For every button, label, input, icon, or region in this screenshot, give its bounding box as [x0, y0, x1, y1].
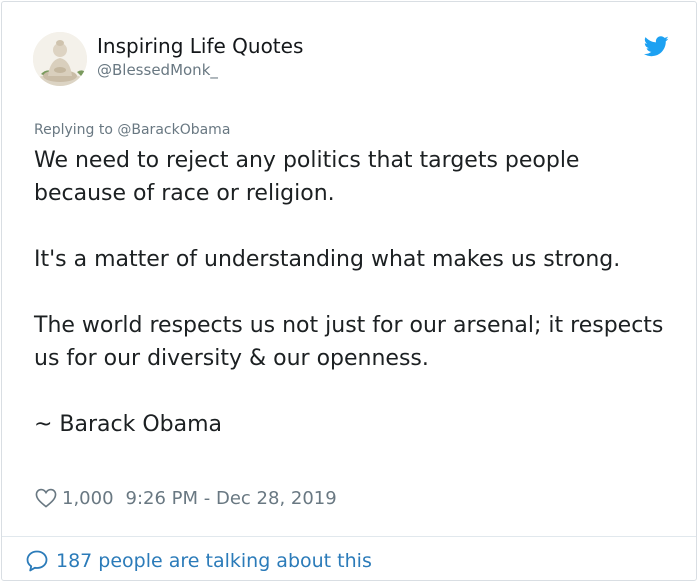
author-display-name[interactable]: Inspiring Life Quotes — [97, 34, 303, 58]
divider — [2, 536, 696, 537]
tweet-paragraph: The world respects us not just for our a… — [34, 313, 664, 371]
tweet-spacer — [34, 375, 674, 408]
tweet-meta: 1,000 9:26 PM - Dec 28, 2019 — [35, 485, 337, 511]
author-handle[interactable]: @BlessedMonk_ — [97, 61, 218, 79]
tweet-spacer — [34, 210, 674, 243]
tweet-text: We need to reject any politics that targ… — [34, 144, 674, 441]
tweet-paragraph: ~ Barack Obama — [34, 412, 223, 437]
twitter-bird-icon[interactable] — [644, 36, 669, 57]
buddha-statue-avatar-icon — [33, 32, 87, 86]
tweet-spacer — [34, 276, 674, 309]
reply-context: Replying to @BarackObama — [34, 122, 231, 138]
tweet-card: Inspiring Life Quotes @BlessedMonk_ Repl… — [1, 1, 697, 581]
conversation-link[interactable]: 187 people are talking about this — [25, 547, 372, 575]
tweet-paragraph: We need to reject any politics that targ… — [34, 148, 580, 206]
speech-bubble-icon — [26, 550, 48, 572]
like-count[interactable]: 1,000 — [62, 488, 114, 509]
tweet-paragraph: It's a matter of understanding what make… — [34, 247, 621, 272]
avatar[interactable] — [33, 32, 87, 86]
conversation-label[interactable]: 187 people are talking about this — [56, 550, 372, 572]
heart-icon[interactable] — [35, 488, 57, 508]
tweet-timestamp[interactable]: 9:26 PM - Dec 28, 2019 — [126, 488, 337, 509]
